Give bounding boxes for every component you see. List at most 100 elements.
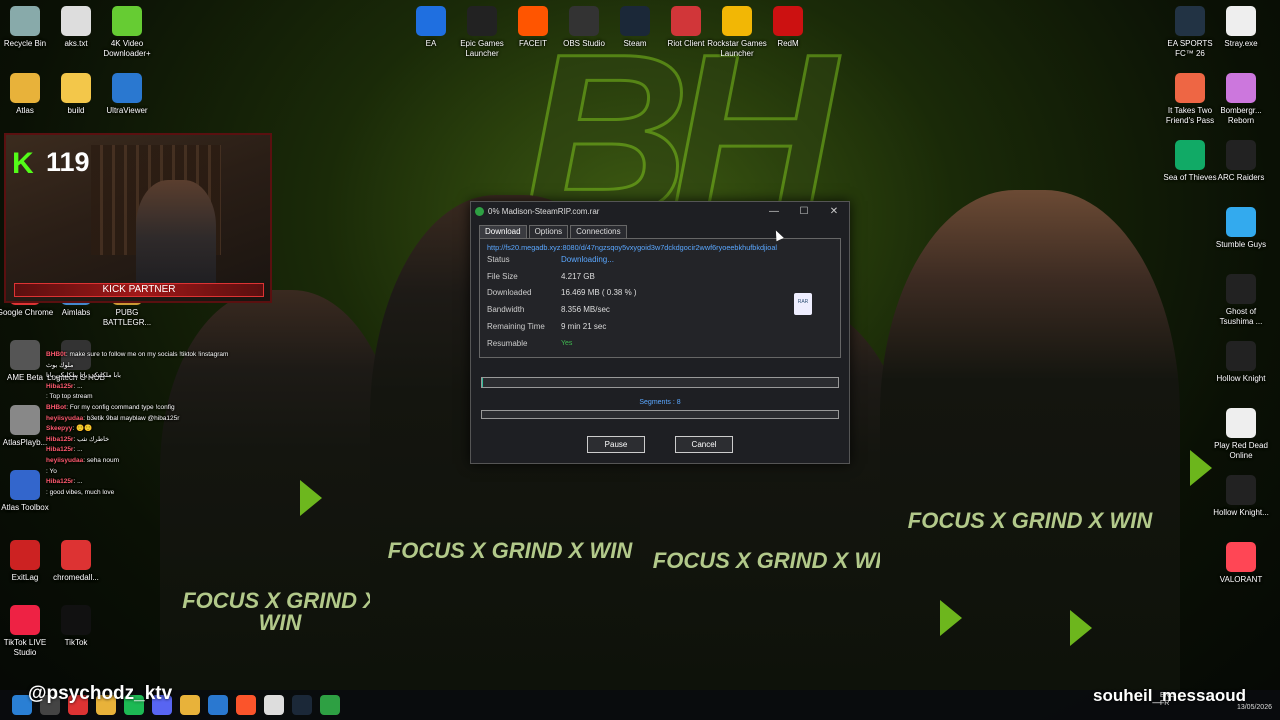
close-button[interactable]: ✕ [819,206,849,217]
info-row-remaining-time: Remaining Time 9 min 21 sec [487,321,607,331]
file-icon [1226,408,1256,438]
chat-username: heyiisyudaa [46,414,84,422]
chat-message: : good vibes, much love [46,488,266,499]
kick-logo-icon: K [12,147,34,180]
minimize-button[interactable]: — [759,206,789,217]
pause-button[interactable]: Pause [587,436,645,453]
folder-icon [10,73,40,103]
language-indicator[interactable]: ENG FR [1160,692,1175,708]
desktop-icon[interactable]: Stumble Guys [1210,207,1272,250]
idm-app-icon [475,206,484,216]
desktop-icon-label: 4K Video Downloader+ [103,39,151,58]
tab-download[interactable]: Download [479,225,527,238]
cancel-button[interactable]: Cancel [675,436,733,453]
info-row-bandwidth: Bandwidth 8.356 MB/sec [487,305,610,315]
epic-games-icon [467,6,497,36]
desktop-icon-label: chromedall... [53,573,99,582]
webcam-overlay: K 119 KICK PARTNER [4,133,272,303]
chat-text: : 🙂🙂 [72,425,93,433]
desktop-icon-label: UltraViewer [106,106,148,115]
desktop-icon[interactable]: chromedall... [45,540,107,583]
taskbar-steam-icon[interactable] [292,695,312,715]
desktop-icon-label: ARC Raiders [1217,173,1265,182]
segments-bar [481,410,839,419]
info-row-resumable: Resumable Yes [487,338,573,348]
window-titlebar[interactable]: 0% Madison-SteamRIP.com.rar — ☐ ✕ [471,202,849,220]
it-takes-two-icon [1175,73,1205,103]
hollow-knight-icon [1226,475,1256,505]
taskbar-date[interactable]: 13/05/2026 [1237,704,1272,711]
tab-connections[interactable]: Connections [570,225,627,238]
chat-username: heyiisyudaa [46,456,84,464]
follower-count: 119 [46,147,90,177]
rar-file-icon: RAR [794,293,812,315]
desktop-icon-label: Hollow Knight [1216,374,1266,383]
tiktok-live-icon [10,605,40,635]
desktop-icon[interactable]: UltraViewer [96,73,158,116]
taskbar-explorer-icon[interactable] [180,695,200,715]
tab-options[interactable]: Options [528,225,569,238]
download-progress-bar [481,377,839,388]
desktop-icon[interactable]: Stray.exe [1210,6,1272,49]
download-url[interactable]: http://fs20.megadb.xyz:8080/d/47ngzsqoy5… [480,239,840,252]
desktop-icon-label: Ghost of Tsushima ... [1219,307,1263,326]
desktop-icon[interactable]: 4K Video Downloader+ [96,6,158,59]
bomberman-icon [1226,73,1256,103]
taskbar-brave-icon[interactable] [236,695,256,715]
desktop-icon[interactable]: Hollow Knight... [1210,475,1272,518]
chat-username: Hiba125r [46,435,74,443]
cat-icon [1226,6,1256,36]
progress-fill [482,378,484,387]
desktop-icon-label: PUBG BATTLEGR... [102,308,152,327]
taskbar-capcut-icon[interactable] [264,695,284,715]
idm-download-window[interactable]: 0% Madison-SteamRIP.com.rar — ☐ ✕ Downlo… [470,201,850,464]
taskbar-photos-icon[interactable] [208,695,228,715]
chat-message: Hiba125r: ... [46,477,266,488]
chat-username: BHB0t [46,351,66,358]
desktop-icon-label: TikTok [64,638,88,647]
streamer-webcam [136,180,216,295]
info-row-file-size: File Size 4.217 GB [487,271,595,281]
chat-text: ملوك بوث [46,361,74,369]
desktop-icon-label: VALORANT [1219,575,1263,584]
folder-icon [61,73,91,103]
chat-text: : seha noum [83,456,119,464]
desktop-icon[interactable]: Bombergr... Reborn [1210,73,1272,126]
desktop-icon[interactable]: VALORANT [1210,542,1272,585]
chat-text: : make sure to follow me on my socials !… [65,351,229,358]
desktop-icon-label: Play Red Dead Online [1214,441,1268,460]
chat-message: heyiisyudaa: seha noum [46,456,266,467]
riot-icon [671,6,701,36]
desktop-icon[interactable]: Hollow Knight [1210,341,1272,384]
tiktok-icon [61,605,91,635]
desktop-icon-label: RedM [777,39,799,48]
chat-message: BHBot: For my config command type !confi… [46,403,266,414]
chat-username: Hiba125r [46,382,74,390]
chat-text: بابا ملكليكي يابا يبلكليكي يابا [46,372,121,380]
social-handle: @psychodz_ktv [28,683,173,704]
chat-text: : good vibes, much love [46,488,115,496]
taskbar-idm-icon[interactable] [320,695,340,715]
chat-username: BHBot [46,403,67,411]
faceit-icon [518,6,548,36]
text-file-icon [61,6,91,36]
desktop-icon[interactable]: ARC Raiders [1210,140,1272,183]
desktop-icon[interactable]: Play Red Dead Online [1210,408,1272,461]
chat-message: : Top top stream [46,392,266,403]
recycle-bin-icon [10,6,40,36]
maximize-button[interactable]: ☐ [789,206,819,217]
valorant-icon [1226,542,1256,572]
wallpaper-person-right: FOCUS X GRIND X WIN [880,190,1180,690]
steam-icon [620,6,650,36]
desktop-icon[interactable]: RedM [757,6,819,49]
desktop-icon[interactable]: Ghost of Tsushima ... [1210,274,1272,327]
chat-text: : Yo [46,467,57,475]
sea-of-thieves-icon [1175,140,1205,170]
chat-text: : b3etik 9bal mayblaw @hiba125r [83,414,180,422]
chat-message: ملوك بوث [46,361,266,372]
chat-overlay: BHB0t: make sure to follow me on my soci… [46,350,266,498]
desktop-icon-label: Stray.exe [1224,39,1258,48]
chat-text: : ... [73,478,83,486]
stumble-guys-icon [1226,207,1256,237]
desktop-icon[interactable]: TikTok [45,605,107,648]
